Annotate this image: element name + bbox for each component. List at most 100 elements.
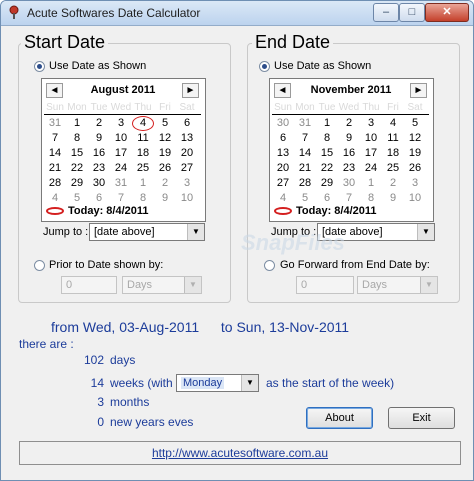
- calendar-day[interactable]: 10: [404, 191, 426, 206]
- calendar-day[interactable]: 6: [316, 191, 338, 206]
- calendar-day[interactable]: 31: [44, 116, 66, 131]
- start-today-link[interactable]: Today: 8/4/2011: [46, 205, 149, 217]
- start-prior-radio[interactable]: [34, 260, 45, 271]
- end-forward-radio[interactable]: [264, 260, 275, 271]
- calendar-day[interactable]: 5: [404, 116, 426, 131]
- calendar-day[interactable]: 6: [88, 191, 110, 206]
- close-button[interactable]: ✕: [425, 3, 469, 22]
- calendar-day[interactable]: 5: [294, 191, 316, 206]
- calendar-day[interactable]: 1: [132, 176, 154, 191]
- calendar-day[interactable]: 31: [110, 176, 132, 191]
- calendar-day[interactable]: 18: [382, 146, 404, 161]
- calendar-day[interactable]: 28: [44, 176, 66, 191]
- calendar-day[interactable]: 24: [360, 161, 382, 176]
- calendar-day[interactable]: 2: [338, 116, 360, 131]
- calendar-day[interactable]: 31: [294, 116, 316, 131]
- calendar-day[interactable]: 10: [110, 131, 132, 146]
- calendar-day[interactable]: 7: [338, 191, 360, 206]
- calendar-day[interactable]: 17: [360, 146, 382, 161]
- calendar-day[interactable]: 12: [404, 131, 426, 146]
- calendar-day[interactable]: 13: [272, 146, 294, 161]
- end-use-date-label[interactable]: Use Date as Shown: [274, 60, 371, 72]
- start-use-date-label[interactable]: Use Date as Shown: [49, 60, 146, 72]
- calendar-day[interactable]: 2: [88, 116, 110, 131]
- start-offset-input[interactable]: 0: [61, 276, 117, 294]
- end-unit-select[interactable]: Days ▼: [357, 276, 438, 294]
- start-jump-select[interactable]: [date above] ▼: [89, 223, 205, 241]
- end-forward-label[interactable]: Go Forward from End Date by:: [280, 259, 430, 271]
- week-start-select[interactable]: Monday ▼: [176, 374, 259, 392]
- calendar-day[interactable]: 1: [360, 176, 382, 191]
- calendar-day[interactable]: 4: [272, 191, 294, 206]
- chevron-down-icon[interactable]: ▼: [417, 224, 434, 240]
- calendar-day[interactable]: 19: [154, 146, 176, 161]
- chevron-down-icon[interactable]: ▼: [184, 277, 201, 293]
- calendar-day[interactable]: 3: [176, 176, 198, 191]
- chevron-down-icon[interactable]: ▼: [241, 375, 258, 391]
- calendar-day[interactable]: 8: [66, 131, 88, 146]
- calendar-day[interactable]: 16: [88, 146, 110, 161]
- calendar-day[interactable]: 5: [154, 116, 176, 131]
- calendar-day[interactable]: 14: [44, 146, 66, 161]
- calendar-day[interactable]: 15: [316, 146, 338, 161]
- calendar-day[interactable]: 8: [132, 191, 154, 206]
- calendar-day[interactable]: 10: [360, 131, 382, 146]
- calendar-day[interactable]: 18: [132, 146, 154, 161]
- calendar-day[interactable]: 7: [294, 131, 316, 146]
- minimize-button[interactable]: –: [373, 3, 399, 22]
- maximize-button[interactable]: □: [399, 3, 425, 22]
- calendar-day[interactable]: 4: [44, 191, 66, 206]
- end-use-date-radio[interactable]: [259, 61, 270, 72]
- calendar-day[interactable]: 11: [132, 131, 154, 146]
- calendar-day[interactable]: 8: [316, 131, 338, 146]
- calendar-day[interactable]: 30: [338, 176, 360, 191]
- calendar-day[interactable]: 13: [176, 131, 198, 146]
- calendar-day[interactable]: 2: [382, 176, 404, 191]
- chevron-down-icon[interactable]: ▼: [187, 224, 204, 240]
- website-link[interactable]: http://www.acutesoftware.com.au: [152, 446, 328, 460]
- calendar-day[interactable]: 3: [110, 116, 132, 131]
- calendar-day[interactable]: 21: [294, 161, 316, 176]
- end-offset-input[interactable]: 0: [296, 276, 354, 294]
- calendar-day[interactable]: 3: [404, 176, 426, 191]
- calendar-day[interactable]: 1: [316, 116, 338, 131]
- calendar-day[interactable]: 22: [66, 161, 88, 176]
- calendar-day[interactable]: 9: [88, 131, 110, 146]
- calendar-day[interactable]: 19: [404, 146, 426, 161]
- calendar-day[interactable]: 27: [176, 161, 198, 176]
- calendar-day[interactable]: 29: [66, 176, 88, 191]
- calendar-day[interactable]: 26: [404, 161, 426, 176]
- end-calendar-month[interactable]: November 2011: [290, 84, 412, 96]
- calendar-day[interactable]: 27: [272, 176, 294, 191]
- calendar-day[interactable]: 3: [360, 116, 382, 131]
- calendar-day[interactable]: 9: [338, 131, 360, 146]
- calendar-day[interactable]: 23: [88, 161, 110, 176]
- start-next-month-button[interactable]: ►: [182, 83, 199, 98]
- end-next-month-button[interactable]: ►: [410, 83, 427, 98]
- calendar-day[interactable]: 10: [176, 191, 198, 206]
- calendar-day[interactable]: 28: [294, 176, 316, 191]
- calendar-day[interactable]: 30: [272, 116, 294, 131]
- calendar-day[interactable]: 1: [66, 116, 88, 131]
- calendar-day[interactable]: 5: [66, 191, 88, 206]
- exit-button[interactable]: Exit: [388, 407, 455, 429]
- calendar-day[interactable]: 25: [132, 161, 154, 176]
- calendar-day[interactable]: 4: [382, 116, 404, 131]
- calendar-day[interactable]: 6: [272, 131, 294, 146]
- calendar-day[interactable]: 7: [110, 191, 132, 206]
- calendar-day[interactable]: 23: [338, 161, 360, 176]
- calendar-day[interactable]: 25: [382, 161, 404, 176]
- calendar-day[interactable]: 15: [66, 146, 88, 161]
- calendar-day[interactable]: 22: [316, 161, 338, 176]
- calendar-day[interactable]: 24: [110, 161, 132, 176]
- calendar-day[interactable]: 16: [338, 146, 360, 161]
- start-unit-select[interactable]: Days ▼: [122, 276, 202, 294]
- start-prev-month-button[interactable]: ◄: [46, 83, 63, 98]
- about-button[interactable]: About: [306, 407, 373, 429]
- calendar-day[interactable]: 9: [382, 191, 404, 206]
- chevron-down-icon[interactable]: ▼: [420, 277, 437, 293]
- end-prev-month-button[interactable]: ◄: [274, 83, 291, 98]
- calendar-day[interactable]: 7: [44, 131, 66, 146]
- calendar-day[interactable]: 9: [154, 191, 176, 206]
- calendar-day[interactable]: 20: [272, 161, 294, 176]
